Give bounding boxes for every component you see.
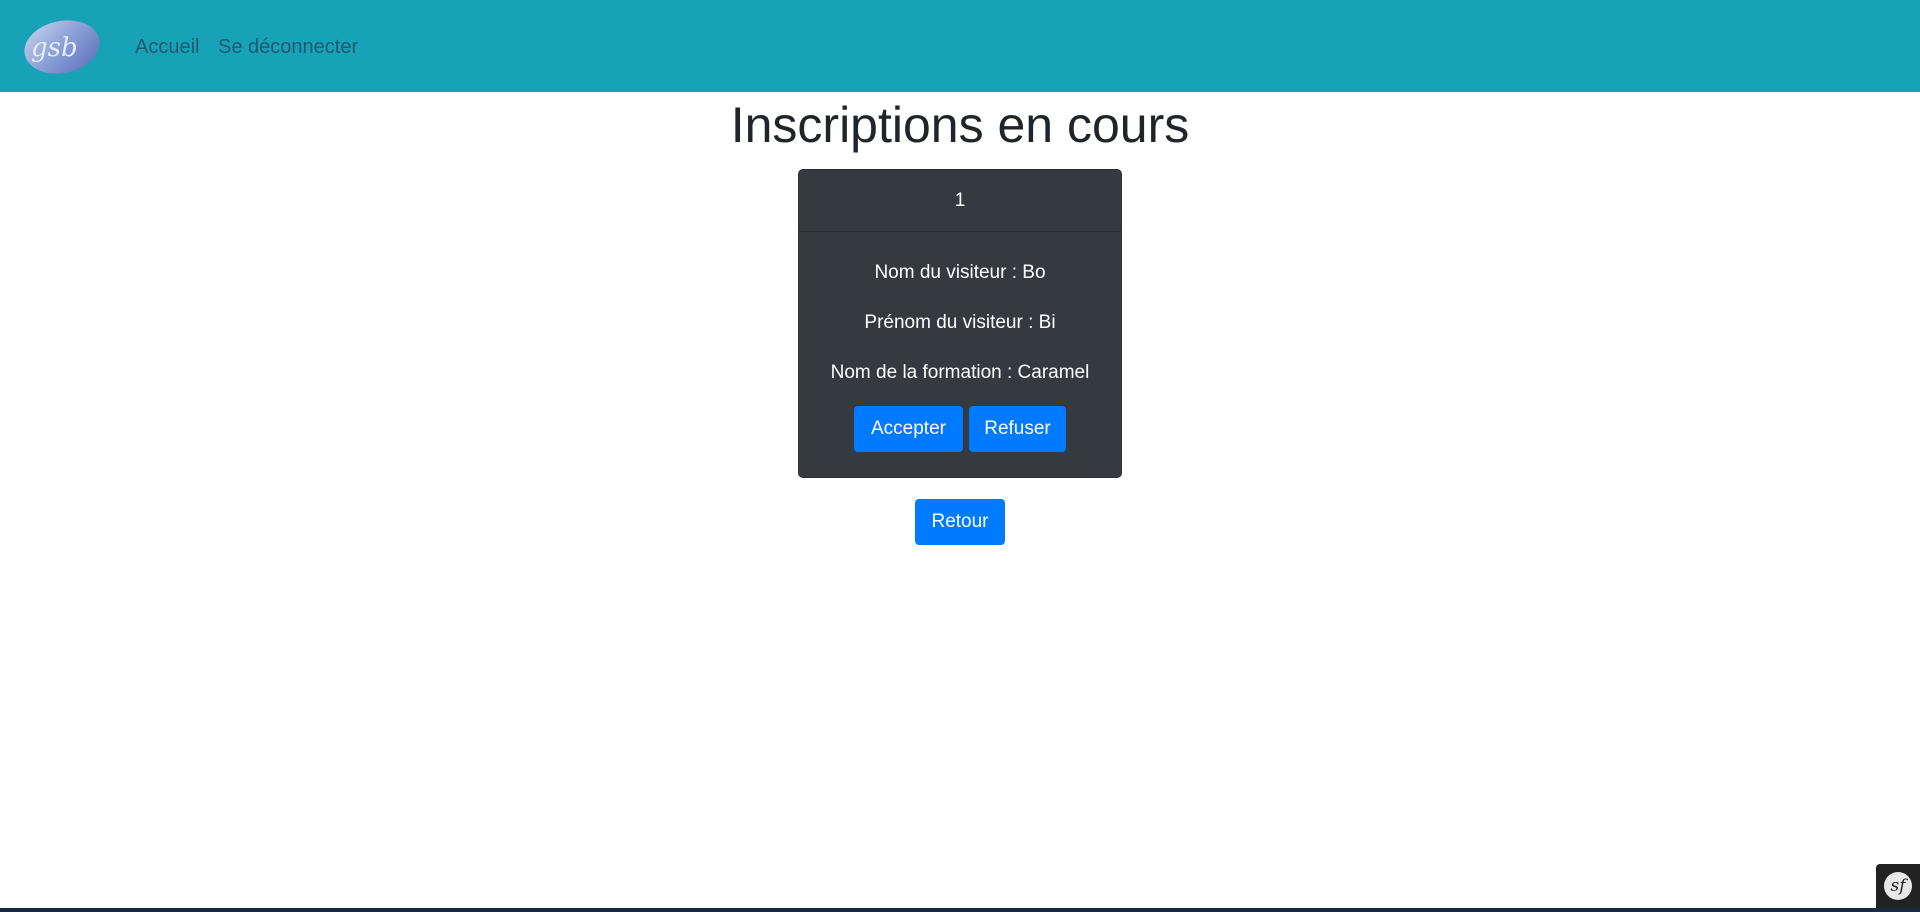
bottom-strip xyxy=(0,908,1920,912)
visitor-firstname: Prénom du visiteur : Bi xyxy=(864,312,1056,333)
svg-text:gsb: gsb xyxy=(31,33,78,63)
symfony-icon[interactable]: sf xyxy=(1884,872,1912,900)
visitor-name: Nom du visiteur : Bo xyxy=(874,262,1046,283)
nav-link-logout[interactable]: Se déconnecter xyxy=(218,35,358,59)
inscription-card: 1 Nom du visiteur : Bo Prénom du visiteu… xyxy=(798,169,1122,478)
debug-toolbar[interactable]: sf xyxy=(1876,864,1920,908)
accept-button[interactable]: Accepter xyxy=(854,406,963,452)
training-name: Nom de la formation : Caramel xyxy=(830,362,1090,383)
refuse-button[interactable]: Refuser xyxy=(969,406,1066,452)
nav-link-accueil[interactable]: Accueil xyxy=(135,35,199,59)
page-title: Inscriptions en cours xyxy=(730,97,1190,153)
top-navbar: gsb Accueil Se déconnecter xyxy=(0,0,1920,92)
card-header: 1 xyxy=(799,170,1121,232)
back-button[interactable]: Retour xyxy=(915,499,1005,545)
gsb-logo[interactable]: gsb xyxy=(22,18,102,76)
